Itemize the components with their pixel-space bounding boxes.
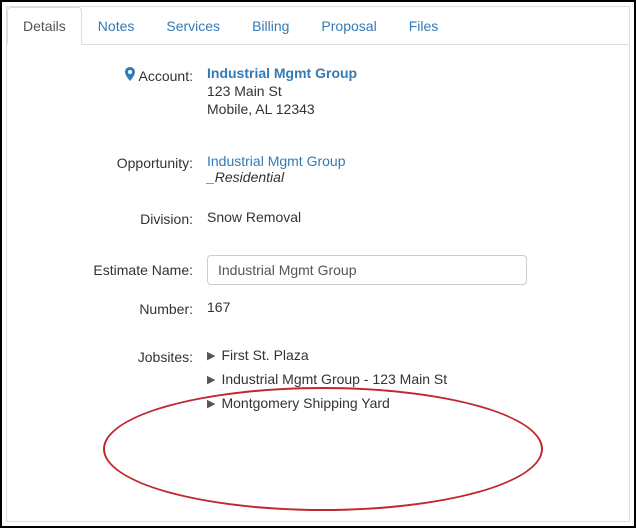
tab-details[interactable]: Details	[7, 7, 82, 45]
account-city-line: Mobile, AL 12343	[207, 101, 619, 117]
details-panel: Account: Industrial Mgmt Group 123 Main …	[7, 45, 629, 443]
tab-billing[interactable]: Billing	[236, 7, 305, 45]
jobsite-name: First St. Plaza	[221, 347, 308, 363]
jobsite-name: Montgomery Shipping Yard	[221, 395, 389, 411]
account-label: Account:	[139, 68, 193, 84]
jobsites-label: Jobsites:	[138, 349, 193, 365]
opportunity-type: _Residential	[207, 169, 619, 185]
division-value: Snow Removal	[207, 209, 301, 225]
tab-files[interactable]: Files	[393, 7, 455, 45]
chevron-right-icon: ▶	[207, 397, 215, 410]
jobsite-name: Industrial Mgmt Group - 123 Main St	[221, 371, 447, 387]
chevron-right-icon: ▶	[207, 373, 215, 386]
estimate-name-label: Estimate Name:	[93, 262, 193, 278]
tab-notes[interactable]: Notes	[82, 7, 151, 45]
map-pin-icon	[125, 67, 135, 84]
tabs-bar: Details Notes Services Billing Proposal …	[7, 7, 629, 45]
tab-services[interactable]: Services	[150, 7, 236, 45]
account-street: 123 Main St	[207, 83, 619, 99]
division-label: Division:	[140, 211, 193, 227]
jobsite-item[interactable]: ▶ Industrial Mgmt Group - 123 Main St	[207, 371, 619, 387]
opportunity-label: Opportunity:	[117, 155, 193, 171]
jobsite-item[interactable]: ▶ First St. Plaza	[207, 347, 619, 363]
number-value: 167	[207, 299, 230, 315]
opportunity-name-link[interactable]: Industrial Mgmt Group	[207, 153, 619, 169]
tab-proposal[interactable]: Proposal	[305, 7, 392, 45]
number-label: Number:	[139, 301, 193, 317]
chevron-right-icon: ▶	[207, 349, 215, 362]
estimate-name-input[interactable]	[207, 255, 527, 285]
account-name-link[interactable]: Industrial Mgmt Group	[207, 65, 619, 81]
jobsite-item[interactable]: ▶ Montgomery Shipping Yard	[207, 395, 619, 411]
